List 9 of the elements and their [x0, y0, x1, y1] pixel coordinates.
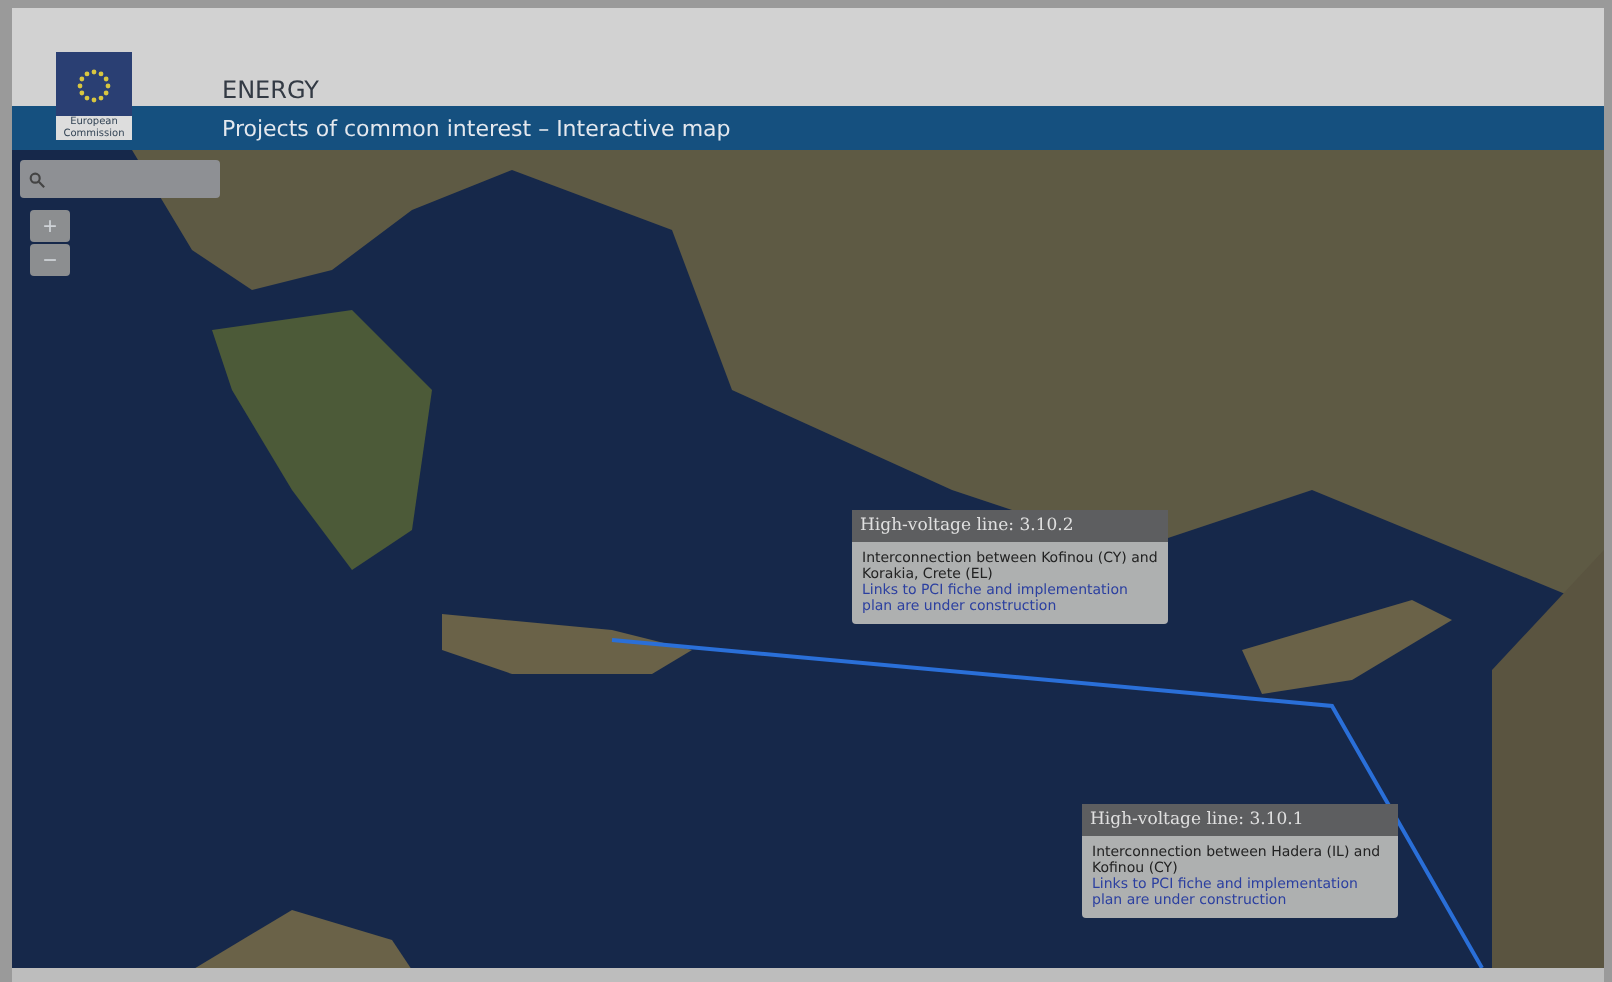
zoom-out-button[interactable]: −: [30, 244, 70, 276]
zoom-in-button[interactable]: +: [30, 210, 70, 242]
section-title: ENERGY: [222, 76, 320, 106]
popup-title: High-voltage line: 3.10.1: [1082, 804, 1398, 836]
page-title: Projects of common interest – Interactive map: [222, 115, 731, 141]
search-icon: [28, 169, 46, 189]
search-field[interactable]: [20, 160, 220, 198]
stars-icon: [72, 64, 116, 108]
popup-title: High-voltage line: 3.10.2: [852, 510, 1168, 542]
